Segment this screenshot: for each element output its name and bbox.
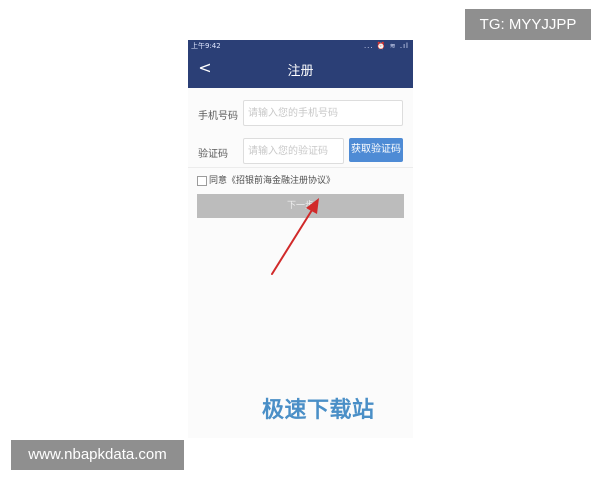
agreement-prefix: 同意 xyxy=(209,176,228,186)
status-time: 上午9:42 xyxy=(191,42,221,50)
form-divider xyxy=(188,167,413,168)
status-icons: ... ⏰ ≋ .ıl xyxy=(363,42,409,50)
red-arrow-icon xyxy=(271,198,319,275)
bottom-watermark: www.nbapkdata.com xyxy=(11,440,184,470)
phone-label: 手机号码 xyxy=(198,111,238,122)
agreement-text: 同意《招银前海金融注册协议》 xyxy=(209,174,335,188)
status-bar: 上午9:42 ... ⏰ ≋ .ıl xyxy=(188,40,413,52)
code-label: 验证码 xyxy=(198,149,228,160)
checkbox-icon[interactable] xyxy=(197,176,207,186)
phone-row: 手机号码 请输入您的手机号码 xyxy=(188,100,413,128)
code-input[interactable]: 请输入您的验证码 xyxy=(243,138,344,164)
agreement-link[interactable]: 《招银前海金融注册协议》 xyxy=(227,176,335,186)
phone-input[interactable]: 请输入您的手机号码 xyxy=(243,100,403,126)
page-title: 注册 xyxy=(287,64,314,79)
get-code-button[interactable]: 获取验证码 xyxy=(349,138,403,162)
header-bar: < 注册 xyxy=(188,52,413,88)
brand-watermark: 极速下载站 xyxy=(262,398,375,423)
agreement-row: 同意《招银前海金融注册协议》 xyxy=(197,174,407,188)
code-row: 验证码 请输入您的验证码 获取验证码 xyxy=(188,138,413,166)
top-watermark: TG: MYYJJPP xyxy=(465,9,591,40)
